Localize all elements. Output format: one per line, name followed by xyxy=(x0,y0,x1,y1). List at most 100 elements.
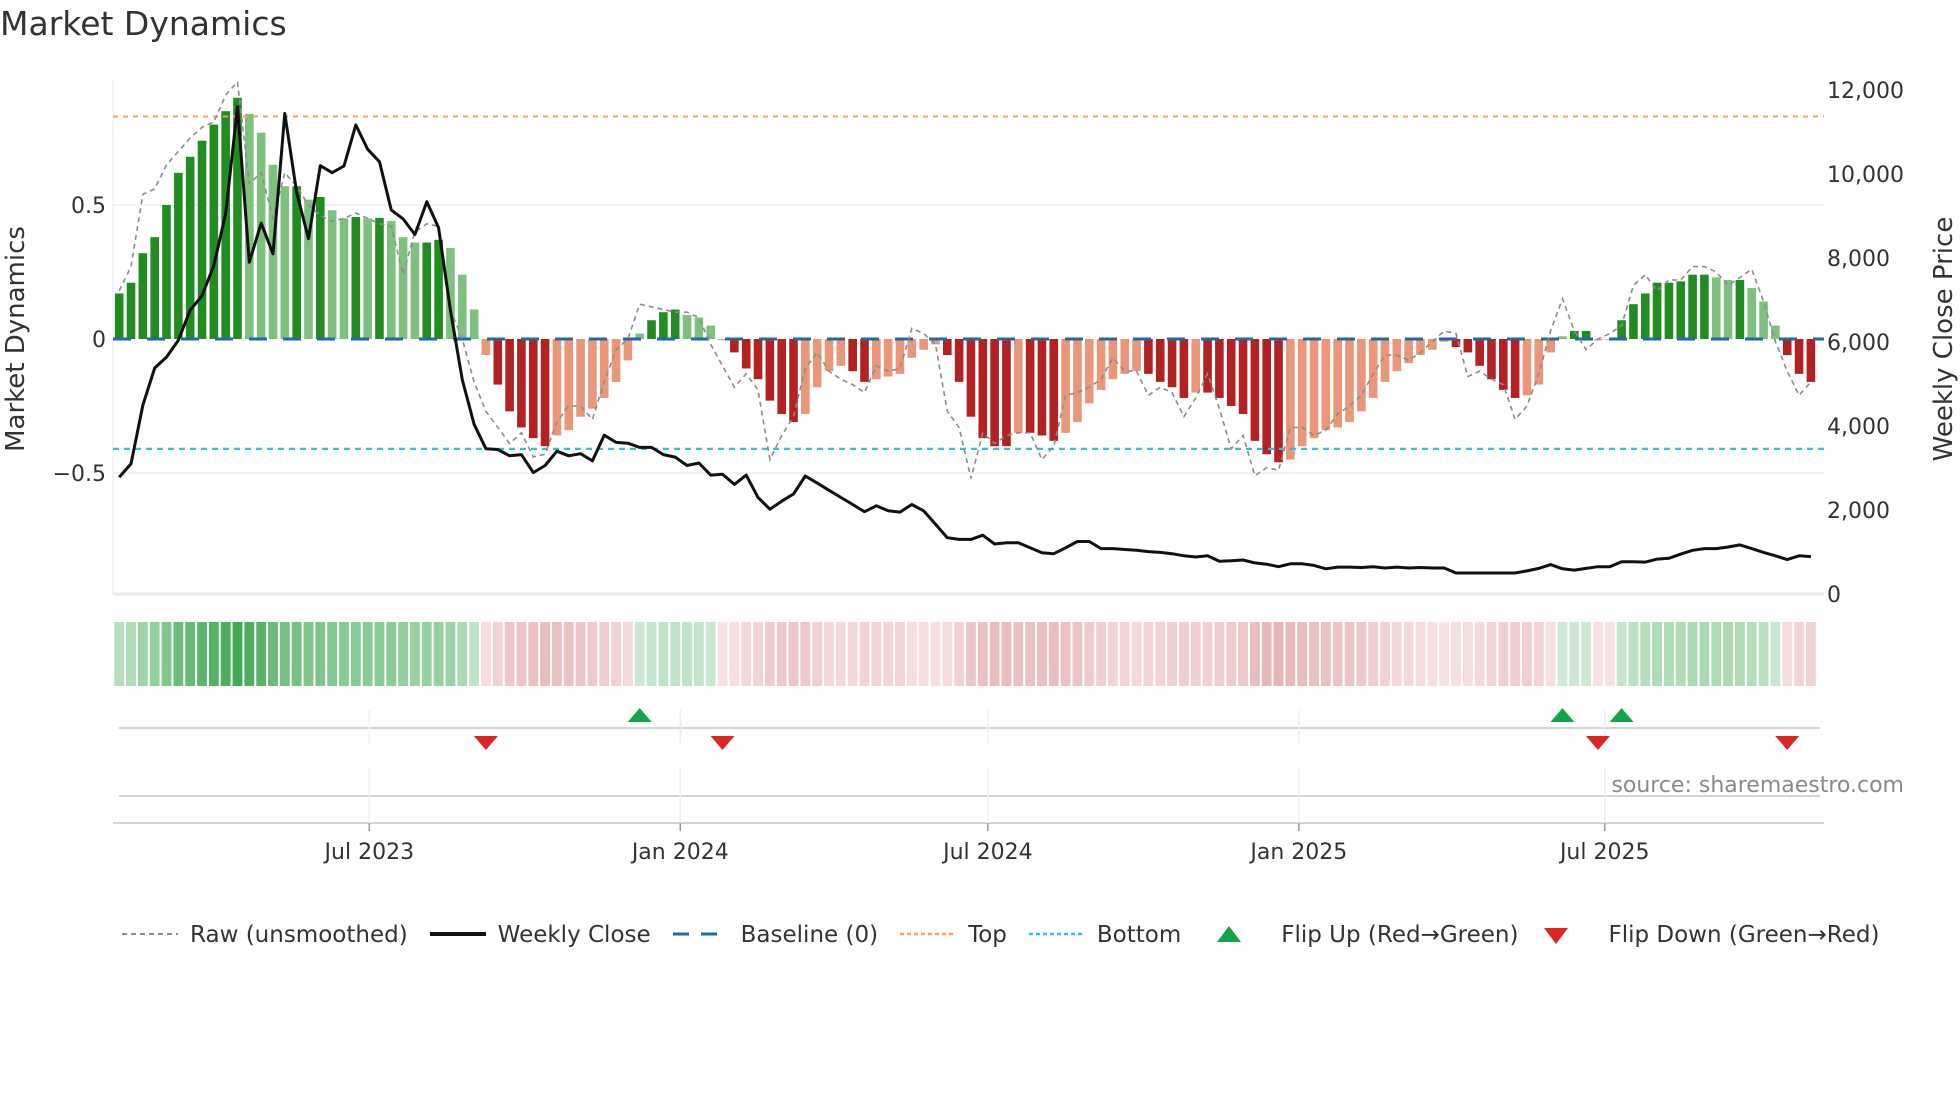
heat-cell xyxy=(1060,622,1071,686)
y2-tick-label: 12,000 xyxy=(1827,79,1904,104)
momentum-bar xyxy=(1132,339,1141,372)
heat-cell xyxy=(1498,622,1509,686)
heat-cell xyxy=(1155,622,1166,686)
heat-cell xyxy=(658,622,669,686)
heat-cell xyxy=(1474,622,1485,686)
heat-cell xyxy=(1131,622,1142,686)
heat-cell xyxy=(1640,622,1651,686)
momentum-bar xyxy=(659,312,668,339)
heat-cell xyxy=(1214,622,1225,686)
heat-cell xyxy=(753,622,763,686)
momentum-bar xyxy=(422,242,432,339)
momentum-bar xyxy=(812,339,822,388)
momentum-bar xyxy=(730,339,739,353)
heat-cell xyxy=(1096,622,1107,686)
heat-cell xyxy=(1522,622,1532,686)
legend-swatch-bottom-icon xyxy=(1028,932,1085,936)
momentum-bar xyxy=(1711,277,1721,339)
heat-cell xyxy=(1734,622,1745,686)
legend-label: Flip Up (Red→Green) xyxy=(1281,922,1519,948)
heat-cell xyxy=(1320,622,1331,686)
heat-cell xyxy=(1486,622,1497,686)
momentum-bar xyxy=(114,293,124,339)
momentum-bar xyxy=(1463,339,1473,353)
momentum-bar xyxy=(386,221,396,339)
momentum-bar xyxy=(1806,339,1816,382)
heat-cell xyxy=(1013,622,1024,686)
heat-cell xyxy=(256,622,267,686)
momentum-bar xyxy=(848,339,857,372)
momentum-bar xyxy=(1747,288,1757,339)
heat-cell xyxy=(1545,622,1556,686)
heat-cell xyxy=(622,622,633,686)
momentum-bar xyxy=(1321,339,1331,431)
momentum-bar xyxy=(990,339,999,447)
heat-cell xyxy=(717,622,728,686)
momentum-bar xyxy=(138,253,148,339)
heat-cell xyxy=(1072,622,1083,686)
heat-cell xyxy=(327,622,338,686)
momentum-bar xyxy=(209,124,219,339)
momentum-bar xyxy=(1084,339,1094,404)
heat-cell xyxy=(776,622,787,686)
y2-tick-label: 6,000 xyxy=(1827,331,1890,356)
momentum-bar xyxy=(1558,336,1567,339)
momentum-bar xyxy=(836,339,846,366)
heat-cell xyxy=(1084,622,1095,686)
x-tick-label: Jul 2025 xyxy=(1558,840,1650,865)
flip-down-marker xyxy=(1775,736,1800,750)
momentum-bar xyxy=(1096,339,1106,390)
momentum-bar xyxy=(327,210,337,339)
heat-cell xyxy=(1119,622,1130,686)
heat-cell xyxy=(1533,622,1544,686)
heat-cell xyxy=(859,622,870,686)
legend-item-close: Weekly Close xyxy=(428,922,651,948)
momentum-bar xyxy=(1676,281,1686,339)
momentum-bar xyxy=(1723,280,1733,339)
heat-cell xyxy=(137,622,148,686)
heat-cell xyxy=(1805,622,1816,686)
momentum-bar xyxy=(966,339,976,417)
heat-cell xyxy=(551,622,562,686)
heat-cell xyxy=(1368,622,1379,686)
heat-cell xyxy=(966,622,976,686)
heat-cell xyxy=(1782,622,1793,686)
heat-cell xyxy=(1510,622,1521,686)
momentum-bar xyxy=(1203,339,1212,393)
heat-cell xyxy=(185,622,196,686)
momentum-bar xyxy=(351,217,361,339)
heat-cell xyxy=(220,622,231,686)
heat-cell xyxy=(1699,622,1710,686)
legend-item-bottom: Bottom xyxy=(1027,922,1181,948)
momentum-bar xyxy=(1640,293,1650,339)
heat-cell xyxy=(1593,622,1603,686)
x-tick-label: Jan 2024 xyxy=(630,840,729,865)
heat-cell xyxy=(1356,622,1367,686)
heat-cell xyxy=(1332,622,1343,686)
momentum-bar xyxy=(1345,339,1354,423)
legend-label: Bottom xyxy=(1096,922,1182,948)
heat-cell xyxy=(871,622,882,686)
momentum-bar xyxy=(1215,339,1224,398)
heat-cell xyxy=(1616,622,1627,686)
momentum-bar xyxy=(1735,280,1745,339)
legend-item-top: Top xyxy=(898,922,1007,948)
raw-series-line xyxy=(118,79,1812,479)
legend-swatch-close-icon xyxy=(429,932,486,936)
heat-cell xyxy=(528,622,539,686)
flip-up-marker xyxy=(1609,708,1634,722)
momentum-bar xyxy=(505,339,514,412)
momentum-bar xyxy=(1794,339,1804,374)
momentum-bar xyxy=(943,339,952,356)
heat-cell xyxy=(279,622,290,686)
heat-cell xyxy=(1190,622,1201,686)
heat-cell xyxy=(1273,622,1284,686)
momentum-bar xyxy=(410,242,420,339)
momentum-bar xyxy=(1179,339,1189,398)
heat-cell xyxy=(989,622,1000,686)
y-axis-label-right: Weekly Close Price xyxy=(1929,217,1959,462)
heat-cell xyxy=(457,622,468,686)
heat-cell xyxy=(1652,622,1663,686)
y2-tick-label: 2,000 xyxy=(1827,499,1890,524)
momentum-bar xyxy=(517,339,526,428)
